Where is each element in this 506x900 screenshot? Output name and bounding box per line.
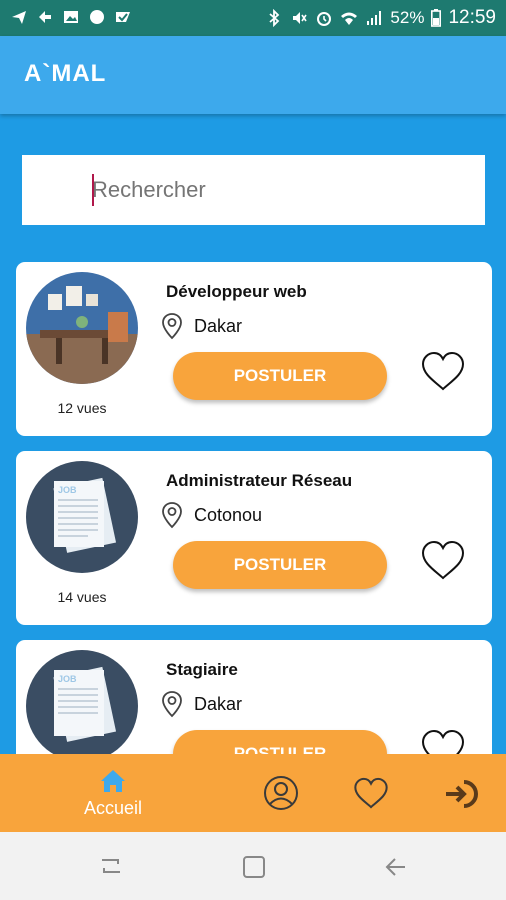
- app-title: A`MAL: [24, 60, 107, 87]
- nav-home[interactable]: Accueil: [84, 768, 142, 819]
- circle-icon: [90, 10, 104, 24]
- back-arrow-icon: [39, 11, 51, 23]
- favorites-icon: [354, 777, 388, 809]
- home-icon: [101, 770, 126, 792]
- mute-icon: [293, 12, 308, 24]
- recent-apps-icon[interactable]: [98, 854, 124, 878]
- job-title: Stagiaire: [166, 660, 238, 679]
- job-location: Cotonou: [194, 505, 263, 525]
- job-thumbnail-photo: [26, 272, 138, 384]
- job-documents-icon: JOB: [26, 461, 138, 573]
- job-location: Dakar: [194, 316, 243, 336]
- clock: 12:59: [448, 7, 496, 28]
- home-button-icon[interactable]: [241, 854, 267, 880]
- nav-logout[interactable]: [444, 776, 480, 812]
- apply-button[interactable]: POSTULER: [173, 352, 387, 400]
- job-card[interactable]: 12 vues Développeur web Dakar POSTULER: [16, 262, 492, 436]
- heart-icon[interactable]: [420, 350, 466, 392]
- views-count: 12 vues: [57, 400, 107, 416]
- job-title: Développeur web: [166, 282, 307, 301]
- battery-percent: 52%: [390, 8, 425, 27]
- back-button-icon[interactable]: [383, 854, 409, 880]
- check-icon: [116, 12, 130, 22]
- location-pin-icon: [162, 313, 182, 340]
- views-count: 14 vues: [57, 589, 107, 605]
- location-pin-icon: [162, 502, 182, 529]
- search-input[interactable]: [92, 172, 472, 208]
- job-card[interactable]: JOB 14 vues Administrateur Réseau Cotono…: [16, 451, 492, 625]
- svg-text:JOB: JOB: [58, 674, 77, 684]
- send-icon: [12, 11, 26, 24]
- location-pin-icon: [162, 691, 182, 718]
- job-location: Dakar: [194, 694, 243, 714]
- system-navigation-bar: [0, 832, 506, 900]
- app-bar: A`MAL: [0, 36, 506, 114]
- nav-profile[interactable]: [263, 775, 299, 811]
- profile-icon: [264, 776, 298, 810]
- logout-icon: [446, 780, 478, 808]
- bluetooth-icon: [269, 9, 280, 27]
- image-icon: [64, 11, 78, 23]
- alarm-icon: [317, 12, 332, 26]
- battery-icon: [431, 9, 442, 27]
- nav-favorites[interactable]: [353, 776, 389, 810]
- notification-icons: [10, 8, 132, 26]
- nav-home-label: Accueil: [84, 798, 143, 818]
- job-title: Administrateur Réseau: [166, 471, 353, 490]
- text-cursor: [92, 174, 94, 206]
- signal-icon: [367, 11, 382, 25]
- status-bar: 52% 12:59: [0, 0, 506, 36]
- bottom-navigation: Accueil: [0, 754, 506, 832]
- system-status: 52% 12:59: [265, 7, 496, 29]
- svg-text:JOB: JOB: [58, 485, 77, 495]
- job-documents-icon: JOB: [26, 650, 138, 762]
- apply-button[interactable]: POSTULER: [173, 541, 387, 589]
- wifi-icon: [341, 12, 358, 25]
- heart-icon[interactable]: [420, 539, 466, 581]
